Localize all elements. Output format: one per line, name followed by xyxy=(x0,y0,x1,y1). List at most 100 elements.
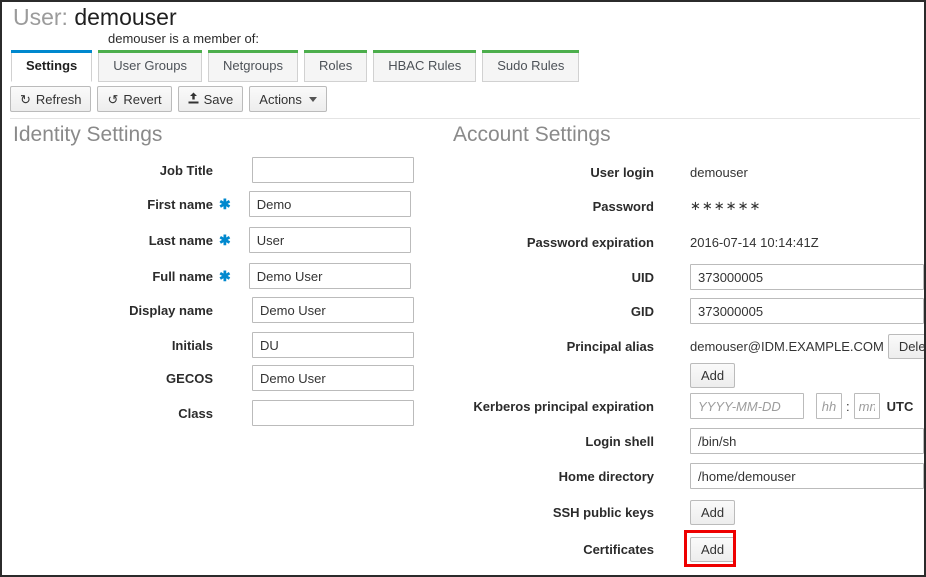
first-name-input[interactable] xyxy=(248,191,411,217)
field-row-user-login: User login demouser xyxy=(440,159,748,185)
save-button[interactable]: Save xyxy=(177,86,244,112)
field-row-gecos: GECOS xyxy=(13,365,414,391)
toolbar-divider xyxy=(10,118,920,119)
upload-icon xyxy=(188,92,199,106)
certificates-add-button[interactable]: Add xyxy=(690,536,736,562)
tab-settings-label: Settings xyxy=(26,58,78,73)
revert-button[interactable]: ↺ Revert xyxy=(97,86,172,112)
field-row-certificates: Certificates Add xyxy=(440,536,736,562)
kerberos-hour-input[interactable] xyxy=(816,393,842,419)
field-row-initials: Initials xyxy=(13,332,414,358)
field-row-login-shell: Login shell xyxy=(440,428,924,454)
principal-alias-delete-button[interactable]: Delete xyxy=(887,333,924,359)
tab-sudo-rules-label: Sudo Rules xyxy=(497,58,565,73)
last-name-input[interactable] xyxy=(248,227,411,253)
ssh-public-keys-label: SSH public keys xyxy=(552,504,654,520)
field-row-last-name: Last name ✱ xyxy=(13,227,411,253)
field-row-principal-alias: Principal alias demouser@IDM.EXAMPLE.COM… xyxy=(440,333,924,359)
field-row-password-expiration: Password expiration 2016-07-14 10:14:41Z xyxy=(440,229,819,255)
tab-roles-label: Roles xyxy=(318,58,353,73)
full-name-label: Full name xyxy=(152,268,213,284)
revert-button-label: Revert xyxy=(123,91,162,107)
field-row-uid: UID xyxy=(440,264,924,290)
tab-user-groups[interactable]: User Groups xyxy=(98,50,202,82)
field-row-password: Password ∗∗∗∗∗∗ xyxy=(440,193,761,219)
tab-settings[interactable]: Settings xyxy=(11,50,93,82)
field-row-gid: GID xyxy=(440,298,924,324)
principal-alias-value: demouser@IDM.EXAMPLE.COM xyxy=(690,338,884,354)
refresh-button[interactable]: ↻ Refresh xyxy=(10,86,92,112)
home-directory-input[interactable] xyxy=(690,463,924,489)
required-asterisk-icon: ✱ xyxy=(219,231,231,248)
chevron-down-icon xyxy=(308,96,317,102)
actions-button-label: Actions xyxy=(259,91,302,107)
save-button-label: Save xyxy=(203,91,234,107)
required-asterisk-icon: ✱ xyxy=(219,267,231,284)
actions-menu-button[interactable]: Actions xyxy=(249,86,327,112)
refresh-icon: ↻ xyxy=(20,91,31,107)
principal-alias-add-button[interactable]: Add xyxy=(690,362,736,388)
gecos-label: GECOS xyxy=(166,370,213,386)
ssh-public-keys-add-button[interactable]: Add xyxy=(690,499,736,525)
tab-netgroups[interactable]: Netgroups xyxy=(208,50,298,82)
tab-hbac-rules-label: HBAC Rules xyxy=(388,58,462,73)
tab-user-groups-label: User Groups xyxy=(113,58,187,73)
uid-label: UID xyxy=(631,269,654,285)
field-row-job-title: Job Title xyxy=(13,157,414,183)
undo-icon: ↺ xyxy=(107,91,119,107)
gid-input[interactable] xyxy=(690,298,924,324)
login-shell-input[interactable] xyxy=(690,428,924,454)
tab-netgroups-label: Netgroups xyxy=(223,58,283,73)
user-settings-page: User: demouser demouser is a member of: … xyxy=(0,0,926,577)
home-directory-label: Home directory xyxy=(558,468,654,484)
kerberos-time-separator: : xyxy=(846,398,850,414)
refresh-button-label: Refresh xyxy=(35,91,82,107)
principal-alias-label: Principal alias xyxy=(566,338,654,354)
job-title-input[interactable] xyxy=(252,157,414,183)
full-name-input[interactable] xyxy=(248,263,411,289)
field-row-first-name: First name ✱ xyxy=(13,191,411,217)
page-title-prefix: User: xyxy=(13,4,68,30)
tab-hbac-rules[interactable]: HBAC Rules xyxy=(373,50,477,82)
member-of-caption: demouser is a member of: xyxy=(108,31,260,46)
gecos-input[interactable] xyxy=(252,365,414,391)
identity-settings-heading: Identity Settings xyxy=(13,123,163,146)
field-row-ssh-public-keys: SSH public keys Add xyxy=(440,499,736,525)
initials-input[interactable] xyxy=(252,332,414,358)
gid-label: GID xyxy=(630,303,654,319)
required-asterisk-icon: ✱ xyxy=(219,195,231,212)
kerberos-minute-input[interactable] xyxy=(853,393,880,419)
user-login-value: demouser xyxy=(690,164,748,180)
field-row-home-directory: Home directory xyxy=(440,463,924,489)
display-name-input[interactable] xyxy=(252,297,414,323)
first-name-label: First name xyxy=(147,196,213,212)
class-input[interactable] xyxy=(252,400,414,426)
field-row-full-name: Full name ✱ xyxy=(13,263,411,289)
field-row-principal-alias-add: Add xyxy=(690,362,736,388)
job-title-label: Job Title xyxy=(159,162,213,178)
password-label: Password xyxy=(592,198,654,214)
action-toolbar: ↻ Refresh ↺ Revert Save Actions xyxy=(10,86,333,112)
tab-sudo-rules[interactable]: Sudo Rules xyxy=(482,50,580,82)
initials-label: Initials xyxy=(171,337,213,353)
page-title-username: demouser xyxy=(74,4,177,30)
field-row-display-name: Display name xyxy=(13,297,414,323)
kerberos-timezone-label: UTC xyxy=(886,398,914,414)
kerberos-date-input[interactable] xyxy=(690,393,804,419)
user-login-label: User login xyxy=(590,164,654,180)
class-label: Class xyxy=(178,405,213,421)
page-title: User: demouser xyxy=(13,4,177,31)
password-expiration-value: 2016-07-14 10:14:41Z xyxy=(690,234,819,250)
password-masked-value: ∗∗∗∗∗∗ xyxy=(690,198,762,213)
uid-input[interactable] xyxy=(690,264,924,290)
account-settings-heading: Account Settings xyxy=(453,123,611,146)
tab-roles[interactable]: Roles xyxy=(303,50,368,82)
display-name-label: Display name xyxy=(129,302,213,318)
password-expiration-label: Password expiration xyxy=(526,234,654,250)
last-name-label: Last name xyxy=(148,232,213,248)
login-shell-label: Login shell xyxy=(585,433,654,449)
field-row-class: Class xyxy=(13,400,414,426)
certificates-label: Certificates xyxy=(583,541,654,557)
kerberos-principal-expiration-label: Kerberos principal expiration xyxy=(473,398,654,414)
tab-bar: Settings User Groups Netgroups Roles HBA… xyxy=(11,50,585,82)
